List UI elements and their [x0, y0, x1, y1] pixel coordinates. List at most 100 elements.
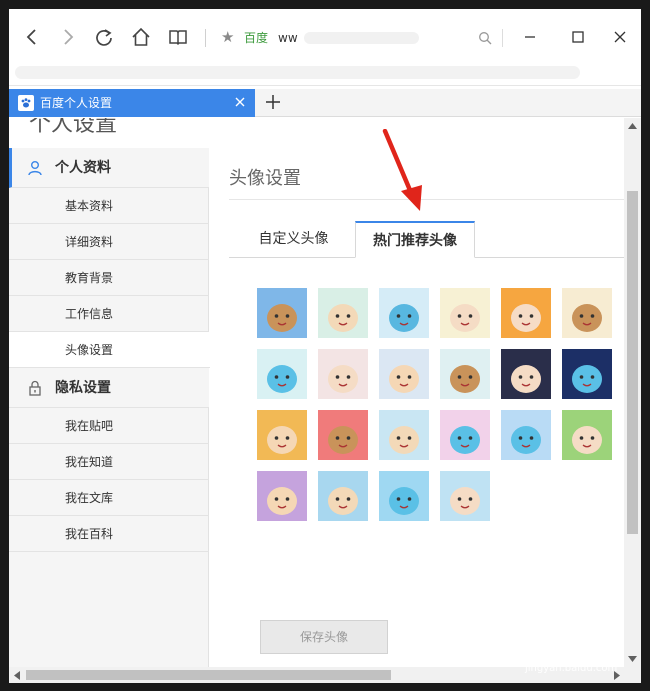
- sidebar-section-profile[interactable]: 个人资料: [9, 148, 209, 188]
- avatar-option[interactable]: [440, 288, 490, 338]
- favorite-star-icon[interactable]: ★: [221, 29, 234, 45]
- avatar-thumbnail-icon: [318, 288, 368, 338]
- avatar-thumbnail-icon: [257, 410, 307, 460]
- browser-window: ★ 百度 ww 百度个人设置 个人设置 个人资料 基本资料 详细资料 教育背景 …: [9, 9, 641, 683]
- tab-baidu-settings[interactable]: 百度个人设置: [9, 89, 255, 117]
- sidebar-item-tieba[interactable]: 我在贴吧: [9, 408, 209, 444]
- section-title: 头像设置: [229, 168, 301, 189]
- avatar-option[interactable]: [318, 349, 368, 399]
- avatar-thumbnail-icon: [379, 288, 429, 338]
- avatar-thumbnail-icon: [379, 410, 429, 460]
- avatar-settings-panel: 头像设置 自定义头像 热门推荐头像 保存头像: [210, 148, 624, 667]
- vertical-scrollbar[interactable]: [624, 118, 641, 667]
- sidebar-item-label: 我在贴吧: [65, 419, 114, 433]
- avatar-thumbnail-icon: [440, 410, 490, 460]
- avatar-option[interactable]: [501, 349, 551, 399]
- avatar-option[interactable]: [501, 288, 551, 338]
- sidebar-item-zhidao[interactable]: 我在知道: [9, 444, 209, 480]
- home-button[interactable]: [128, 24, 154, 50]
- avatar-thumbnail-icon: [257, 288, 307, 338]
- refresh-button[interactable]: [91, 24, 117, 50]
- tab-popular-avatars[interactable]: 热门推荐头像: [355, 221, 475, 258]
- avatar-option[interactable]: [440, 471, 490, 521]
- avatar-thumbnail-icon: [440, 288, 490, 338]
- scroll-down-arrow-icon[interactable]: [628, 656, 637, 662]
- address-bar-url[interactable]: ww: [278, 31, 298, 45]
- watermark-subtitle: jingyan.baidu.com: [525, 663, 618, 674]
- close-window-button[interactable]: [610, 27, 630, 47]
- tab-title: 百度个人设置: [40, 96, 113, 110]
- sidebar-item-avatar-settings[interactable]: 头像设置: [9, 332, 210, 368]
- tab-strip: 百度个人设置: [9, 89, 641, 117]
- tab-custom-avatar[interactable]: 自定义头像: [236, 221, 351, 258]
- sidebar-item-label: 详细资料: [65, 235, 114, 249]
- back-arrow-icon: [26, 29, 36, 45]
- sidebar-item-detailed-info[interactable]: 详细资料: [9, 224, 209, 260]
- forward-button[interactable]: [55, 24, 81, 50]
- sidebar-item-label: 我在百科: [65, 527, 114, 541]
- avatar-option[interactable]: [379, 349, 429, 399]
- baidu-paw-icon: [18, 95, 34, 111]
- avatar-option[interactable]: [257, 471, 307, 521]
- toolbar-separator: [205, 29, 206, 47]
- sidebar-section-label: 个人资料: [55, 160, 111, 176]
- browser-toolbar: ★ 百度 ww: [9, 9, 641, 65]
- avatar-option[interactable]: [318, 471, 368, 521]
- avatar-option[interactable]: [318, 410, 368, 460]
- avatar-option[interactable]: [562, 410, 612, 460]
- sidebar-item-label: 工作信息: [65, 307, 114, 321]
- save-avatar-button[interactable]: 保存头像: [260, 620, 388, 654]
- avatar-option[interactable]: [379, 410, 429, 460]
- plus-icon: [266, 95, 280, 109]
- sidebar-item-label: 我在知道: [65, 455, 114, 469]
- sidebar-item-education[interactable]: 教育背景: [9, 260, 209, 296]
- sidebar-item-label: 教育背景: [65, 271, 114, 285]
- new-tab-button[interactable]: [263, 92, 283, 112]
- sidebar-section-label: 隐私设置: [55, 380, 111, 396]
- avatar-option[interactable]: [379, 288, 429, 338]
- sidebar-section-privacy[interactable]: 隐私设置: [9, 368, 209, 408]
- avatar-option[interactable]: [440, 410, 490, 460]
- avatar-thumbnail-icon: [562, 288, 612, 338]
- sidebar-item-baike[interactable]: 我在百科: [9, 516, 209, 552]
- page-title: 个人设置: [29, 118, 118, 137]
- avatar-thumbnail-icon: [318, 349, 368, 399]
- sidebar-item-work-info[interactable]: 工作信息: [9, 296, 209, 332]
- scroll-up-arrow-icon[interactable]: [628, 123, 637, 129]
- minimize-button[interactable]: [520, 27, 540, 47]
- sidebar-item-wenku[interactable]: 我在文库: [9, 480, 209, 516]
- page-content: 个人设置 个人资料 基本资料 详细资料 教育背景 工作信息 头像设置 隐私设置 …: [9, 118, 624, 667]
- toolbar-divider: [9, 85, 641, 86]
- minimize-icon: [525, 36, 535, 38]
- avatar-option[interactable]: [440, 349, 490, 399]
- reading-mode-button[interactable]: [165, 24, 191, 50]
- avatar-option[interactable]: [562, 288, 612, 338]
- search-icon: [479, 32, 492, 45]
- horizontal-scroll-thumb[interactable]: [26, 670, 391, 680]
- avatar-option[interactable]: [257, 288, 307, 338]
- avatar-option[interactable]: [257, 410, 307, 460]
- avatar-thumbnail-icon: [257, 349, 307, 399]
- address-search-button[interactable]: [472, 25, 498, 51]
- forward-arrow-icon: [64, 29, 74, 45]
- sidebar-item-basic-info[interactable]: 基本资料: [9, 188, 209, 224]
- scroll-left-arrow-icon[interactable]: [14, 671, 20, 680]
- close-icon: [235, 97, 245, 107]
- sidebar-item-label: 头像设置: [65, 343, 114, 357]
- avatar-thumbnail-icon: [501, 288, 551, 338]
- avatar-thumbnail-icon: [501, 410, 551, 460]
- tab-close-button[interactable]: [233, 95, 247, 109]
- avatar-thumbnail-icon: [257, 471, 307, 521]
- vertical-scroll-thumb[interactable]: [627, 191, 638, 534]
- back-button[interactable]: [19, 24, 45, 50]
- avatar-option[interactable]: [257, 349, 307, 399]
- avatar-thumbnail-icon: [318, 410, 368, 460]
- lock-icon: [29, 380, 41, 396]
- avatar-option[interactable]: [562, 349, 612, 399]
- avatar-option[interactable]: [501, 410, 551, 460]
- avatar-thumbnail-icon: [440, 349, 490, 399]
- maximize-button[interactable]: [568, 27, 588, 47]
- avatar-option[interactable]: [318, 288, 368, 338]
- avatar-option[interactable]: [379, 471, 429, 521]
- address-bar-obscured: [304, 32, 419, 44]
